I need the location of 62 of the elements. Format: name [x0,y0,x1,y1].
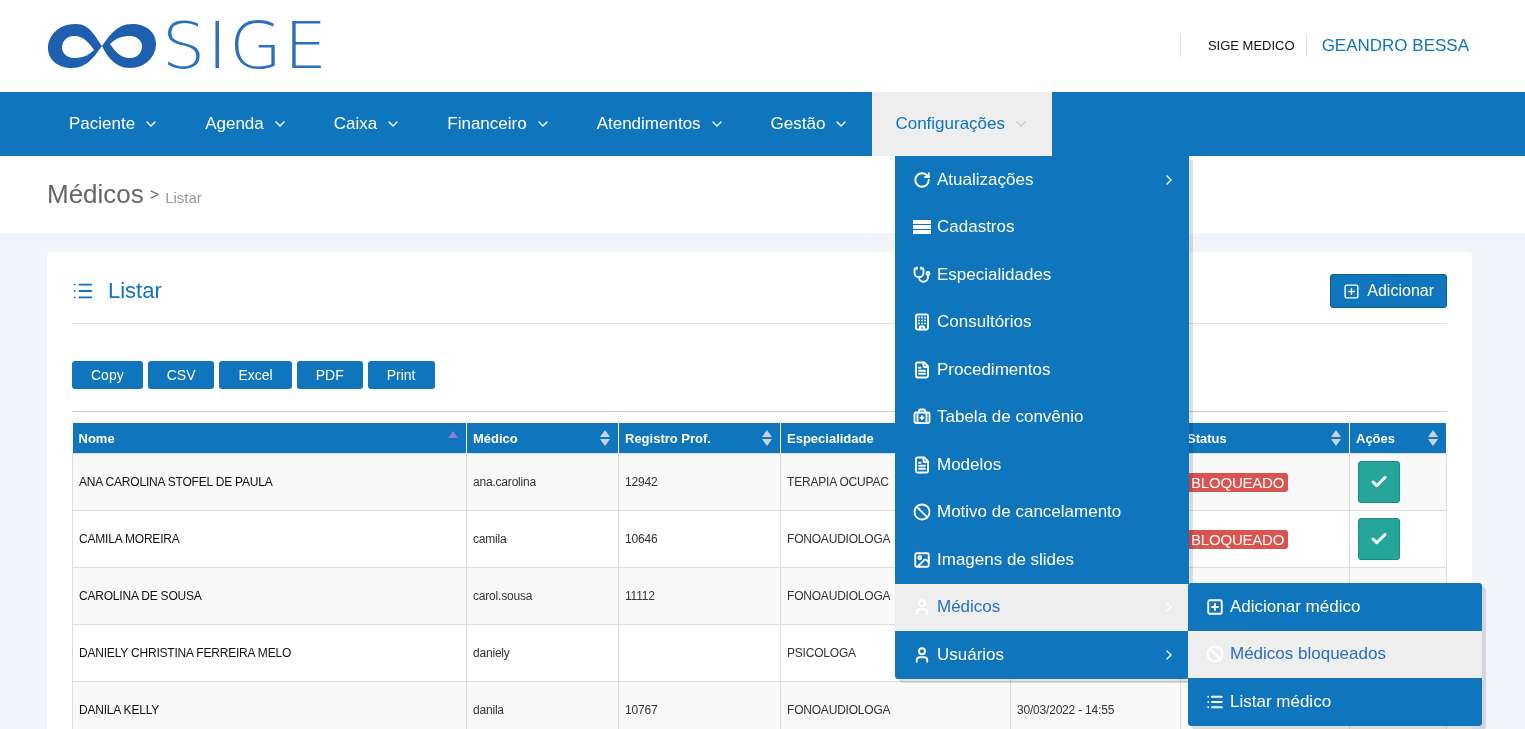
nav-menu-item[interactable]: Caixa [310,92,425,156]
export-button[interactable]: Copy [72,361,143,389]
menu-item-icon [913,265,931,284]
logo-text: SIGE [162,13,329,79]
nav-menu-item[interactable]: Agenda [182,92,311,156]
table-cell: camila [466,510,619,568]
sort-icon[interactable] [600,430,610,446]
menu-item-icon [913,408,931,427]
table-cell: 11112 [618,567,781,625]
table-cell: 12942 [618,453,781,511]
breadcrumb-separator: > [149,185,160,204]
menu-item-icon [913,503,931,522]
nav-menu-item[interactable]: Configurações [872,92,1053,156]
stack-icon [913,220,931,235]
table-cell: 10646 [618,510,781,568]
page-title: Médicos [47,179,144,210]
table-cell: DANILA KELLY [72,681,467,729]
approve-button[interactable] [1358,461,1400,503]
nav-menu-item[interactable]: Financeiro [424,92,574,156]
dropdown-item[interactable]: Médicos [895,583,1189,631]
table-cell: CAMILA MOREIRA [72,510,467,568]
nav-menu-item[interactable]: Paciente [46,92,183,156]
nav-menu-item[interactable]: Gestão [747,92,873,156]
export-button[interactable]: PDF [296,361,363,389]
column-header[interactable]: Registro Prof. [618,423,781,454]
menu-item-icon [913,645,931,664]
sort-icon[interactable] [1428,430,1438,446]
table-cell: daniely [466,624,619,682]
plus-icon [1343,282,1361,300]
table-cell: carol.sousa [466,567,619,625]
menu-item-icon [913,455,931,474]
add-button[interactable]: Adicionar [1330,274,1447,308]
menu-item-icon [913,170,931,189]
role-label: SIGE MEDICO [1179,35,1306,57]
sort-icon[interactable] [1331,430,1341,446]
column-header[interactable]: Ações [1349,423,1447,454]
nav-menu-item[interactable]: Atendimentos [573,92,748,156]
table-cell: ana.carolina [466,453,619,511]
menu-item-icon [913,313,931,332]
column-header[interactable]: Médico [466,423,619,454]
export-button[interactable]: CSV [147,361,215,389]
card-title: Listar [108,278,162,304]
menu-item-icon [913,360,931,379]
table-cell: ANA CAROLINA STOFEL DE PAULA [72,453,467,511]
table-cell: FONOAUDIOLOGA [780,681,1011,729]
export-button[interactable]: Excel [219,361,292,389]
user-name-link[interactable]: GEANDRO BESSA [1305,35,1469,57]
table-cell: DANIELY CHRISTINA FERREIRA MELO [72,624,467,682]
status-badge: BLOQUEADO [1187,529,1289,549]
breadcrumb-current: Listar [165,189,202,206]
table-cell: danila [466,681,619,729]
export-button[interactable]: Print [367,361,435,389]
column-header[interactable]: Nome [72,423,467,454]
approve-button[interactable] [1358,518,1400,560]
status-badge: BLOQUEADO [1187,472,1289,492]
table-cell: CAROLINA DE SOUSA [72,567,467,625]
table-cell: 30/03/2022 - 14:55 [1010,681,1181,729]
submenu-item-icon [1206,597,1224,616]
sort-icon[interactable] [762,430,772,446]
menu-item-icon [913,550,931,569]
submenu-item[interactable]: Médicos bloqueados [1188,630,1482,678]
table-cell: 10767 [618,681,781,729]
